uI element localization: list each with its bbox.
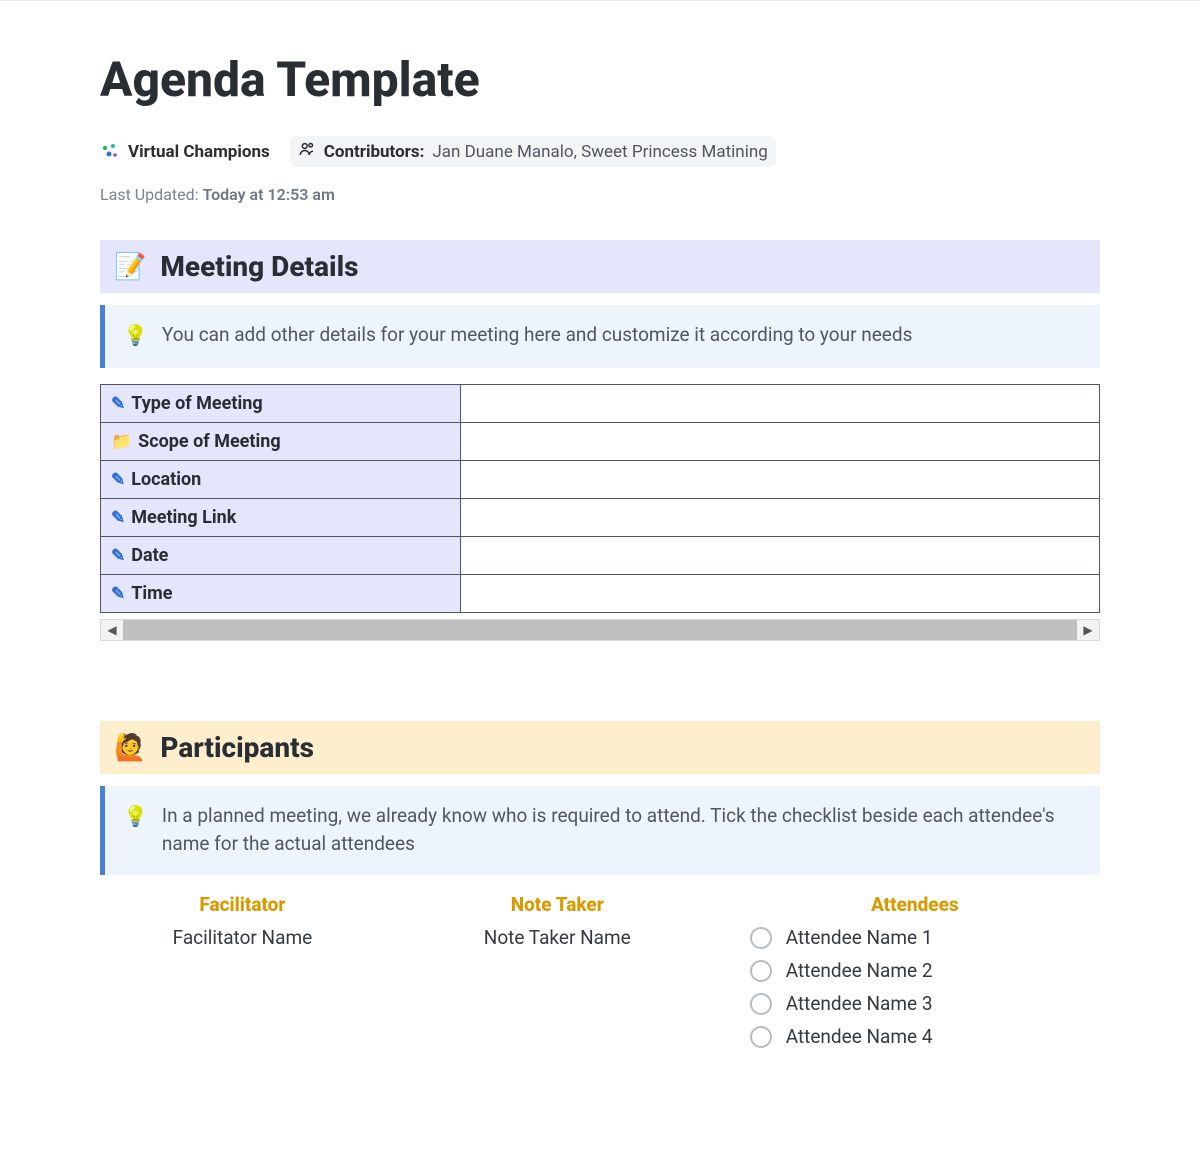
attendee-row: Attendee Name 3 (750, 992, 1100, 1015)
section-title: Participants (160, 731, 314, 764)
detail-value-cell[interactable] (460, 575, 1099, 613)
detail-label: Time (131, 583, 172, 604)
contributors-icon (298, 140, 316, 163)
meeting-details-table: ✎ Type of Meeting 📁 Scope of Meeting ✎ Locati… (100, 384, 1100, 613)
note-taker-label: Note Taker (415, 893, 700, 916)
detail-label-cell[interactable]: 📁 Scope of Meeting (101, 423, 461, 461)
pencil-icon: ✎ (111, 508, 125, 528)
pencil-icon: ✎ (111, 584, 125, 604)
contributors-chip[interactable]: Contributors: Jan Duane Manalo, Sweet Pr… (290, 136, 776, 167)
callout-participants: 💡 In a planned meeting, we already know … (100, 786, 1100, 875)
detail-label-cell[interactable]: ✎ Time (101, 575, 461, 613)
workspace-chip[interactable]: Virtual Champions (100, 142, 270, 162)
attendee-name[interactable]: Attendee Name 4 (786, 1025, 933, 1048)
detail-value-cell[interactable] (460, 537, 1099, 575)
horizontal-scrollbar[interactable]: ◀ ▶ (100, 619, 1100, 641)
attendee-row: Attendee Name 2 (750, 959, 1100, 982)
detail-value-cell[interactable] (460, 499, 1099, 537)
callout-meeting-details: 💡 You can add other details for your mee… (100, 305, 1100, 368)
table-row: ✎ Location (101, 461, 1100, 499)
detail-value-cell[interactable] (460, 461, 1099, 499)
lightbulb-icon: 💡 (123, 321, 148, 350)
folder-icon: 📁 (111, 432, 132, 452)
last-updated-value: Today at 12:53 am (202, 185, 334, 204)
callout-text: You can add other details for your meeti… (162, 321, 913, 349)
spacer (100, 641, 1100, 721)
pencil-icon: ✎ (111, 546, 125, 566)
pencil-icon: ✎ (111, 470, 125, 490)
attendees-column: Attendees Attendee Name 1 Attendee Name 2… (730, 893, 1100, 1058)
facilitator-column: Facilitator Facilitator Name (100, 893, 385, 1058)
section-header-meeting-details: 📝 Meeting Details (100, 240, 1100, 293)
table-row: ✎ Time (101, 575, 1100, 613)
section-title: Meeting Details (160, 250, 358, 283)
attendee-name[interactable]: Attendee Name 3 (786, 992, 933, 1015)
detail-label-cell[interactable]: ✎ Type of Meeting (101, 385, 461, 423)
table-row: ✎ Type of Meeting (101, 385, 1100, 423)
table-row: ✎ Meeting Link (101, 499, 1100, 537)
table-row: ✎ Date (101, 537, 1100, 575)
detail-label-cell[interactable]: ✎ Location (101, 461, 461, 499)
raise-hand-icon: 🙋 (114, 733, 146, 763)
note-taker-name[interactable]: Note Taker Name (415, 926, 700, 949)
attendee-checkbox[interactable] (750, 960, 772, 982)
workspace-icon (100, 142, 120, 162)
attendee-checkbox[interactable] (750, 1026, 772, 1048)
pencil-icon: ✎ (111, 394, 125, 414)
attendees-label: Attendees (871, 893, 959, 916)
contributors-value: Jan Duane Manalo, Sweet Princess Matinin… (432, 142, 767, 162)
detail-label: Date (131, 545, 168, 566)
attendee-row: Attendee Name 4 (750, 1025, 1100, 1048)
detail-label-cell[interactable]: ✎ Date (101, 537, 461, 575)
participants-columns: Facilitator Facilitator Name Note Taker … (100, 893, 1100, 1058)
attendee-checkbox[interactable] (750, 993, 772, 1015)
attendee-checkbox[interactable] (750, 927, 772, 949)
detail-value-cell[interactable] (460, 385, 1099, 423)
scrollbar-track[interactable] (123, 620, 1077, 640)
document-page: Agenda Template Virtual Champions (0, 1, 1200, 1098)
callout-text: In a planned meeting, we already know wh… (162, 802, 1082, 857)
detail-value-cell[interactable] (460, 423, 1099, 461)
detail-label: Meeting Link (131, 507, 236, 528)
memo-icon: 📝 (114, 252, 146, 282)
attendee-name[interactable]: Attendee Name 1 (786, 926, 933, 949)
attendee-row: Attendee Name 1 (750, 926, 1100, 949)
detail-label-cell[interactable]: ✎ Meeting Link (101, 499, 461, 537)
detail-label: Location (131, 469, 201, 490)
last-updated: Last Updated: Today at 12:53 am (100, 185, 1100, 204)
contributors-label: Contributors: (324, 142, 425, 162)
detail-label: Type of Meeting (131, 393, 262, 414)
attendee-name[interactable]: Attendee Name 2 (786, 959, 933, 982)
facilitator-label: Facilitator (100, 893, 385, 916)
workspace-name: Virtual Champions (128, 142, 270, 162)
detail-label: Scope of Meeting (138, 431, 280, 452)
page-title: Agenda Template (100, 51, 1100, 108)
lightbulb-icon: 💡 (123, 802, 148, 831)
table-row: 📁 Scope of Meeting (101, 423, 1100, 461)
facilitator-name[interactable]: Facilitator Name (100, 926, 385, 949)
scroll-right-icon[interactable]: ▶ (1077, 623, 1099, 637)
note-taker-column: Note Taker Note Taker Name (415, 893, 700, 1058)
section-header-participants: 🙋 Participants (100, 721, 1100, 774)
meta-row: Virtual Champions Contributors: Jan Duan… (100, 136, 1100, 167)
last-updated-label: Last Updated: (100, 185, 198, 204)
scroll-left-icon[interactable]: ◀ (101, 623, 123, 637)
